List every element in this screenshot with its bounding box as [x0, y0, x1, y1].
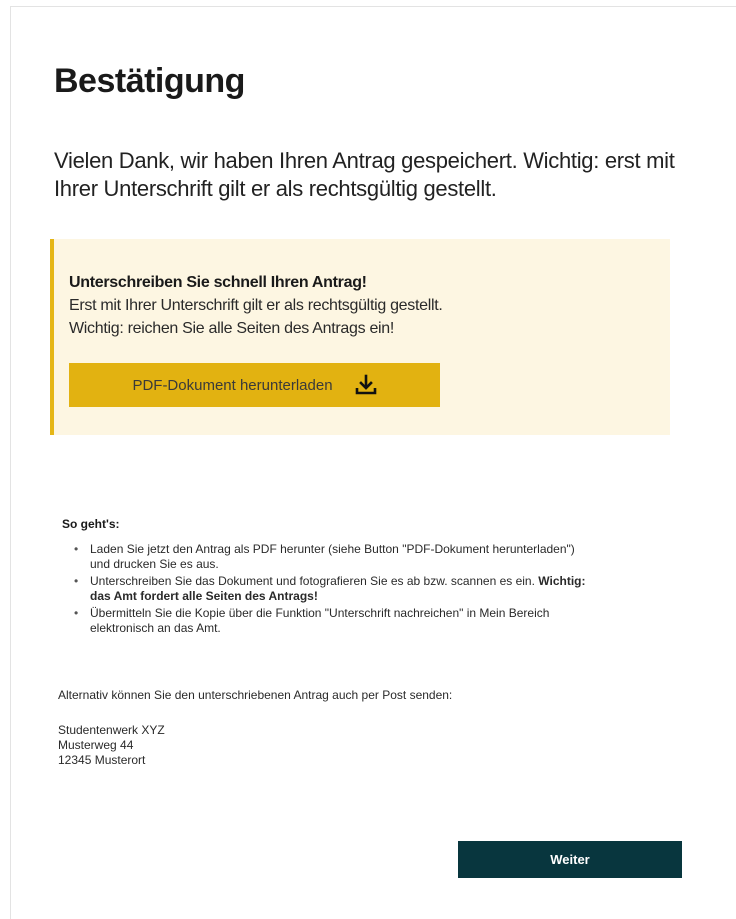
address-name: Studentenwerk XYZ — [58, 723, 165, 737]
alternative-text: Alternativ können Sie den unterschrieben… — [58, 688, 453, 702]
address-street: Musterweg 44 — [58, 738, 134, 752]
page-title: Bestätigung — [54, 62, 245, 100]
howto-step-1-text: Laden Sie jetzt den Antrag als PDF herun… — [90, 542, 575, 571]
notice-heading: Unterschreiben Sie schnell Ihren Antrag! — [69, 274, 367, 291]
howto-title: So geht's: — [62, 517, 120, 531]
howto-steps: Laden Sie jetzt den Antrag als PDF herun… — [74, 542, 594, 638]
download-icon — [355, 374, 377, 396]
confirmation-card: Bestätigung Vielen Dank, wir haben Ihren… — [10, 6, 736, 919]
howto-step-2-text: Unterschreiben Sie das Dokument und foto… — [90, 574, 539, 588]
address-city: 12345 Musterort — [58, 753, 146, 767]
notice-line-1: Erst mit Ihrer Unterschrift gilt er als … — [69, 297, 443, 314]
intro-text: Vielen Dank, wir haben Ihren Antrag gesp… — [54, 148, 675, 201]
pdf-download-label: PDF-Dokument herunterladen — [132, 376, 333, 394]
signature-notice: Unterschreiben Sie schnell Ihren Antrag!… — [50, 239, 670, 435]
howto-step-1: Laden Sie jetzt den Antrag als PDF herun… — [74, 542, 594, 572]
notice-line-2: Wichtig: reichen Sie alle Seiten des Ant… — [69, 320, 395, 337]
next-button[interactable]: Weiter — [458, 841, 682, 878]
postal-address: Studentenwerk XYZ Musterweg 44 12345 Mus… — [58, 723, 165, 768]
howto-step-2: Unterschreiben Sie das Dokument und foto… — [74, 574, 594, 604]
howto-step-3-text: Übermitteln Sie die Kopie über die Funkt… — [90, 606, 550, 635]
howto-step-3: Übermitteln Sie die Kopie über die Funkt… — [74, 606, 594, 636]
pdf-download-button[interactable]: PDF-Dokument herunterladen — [69, 363, 440, 407]
